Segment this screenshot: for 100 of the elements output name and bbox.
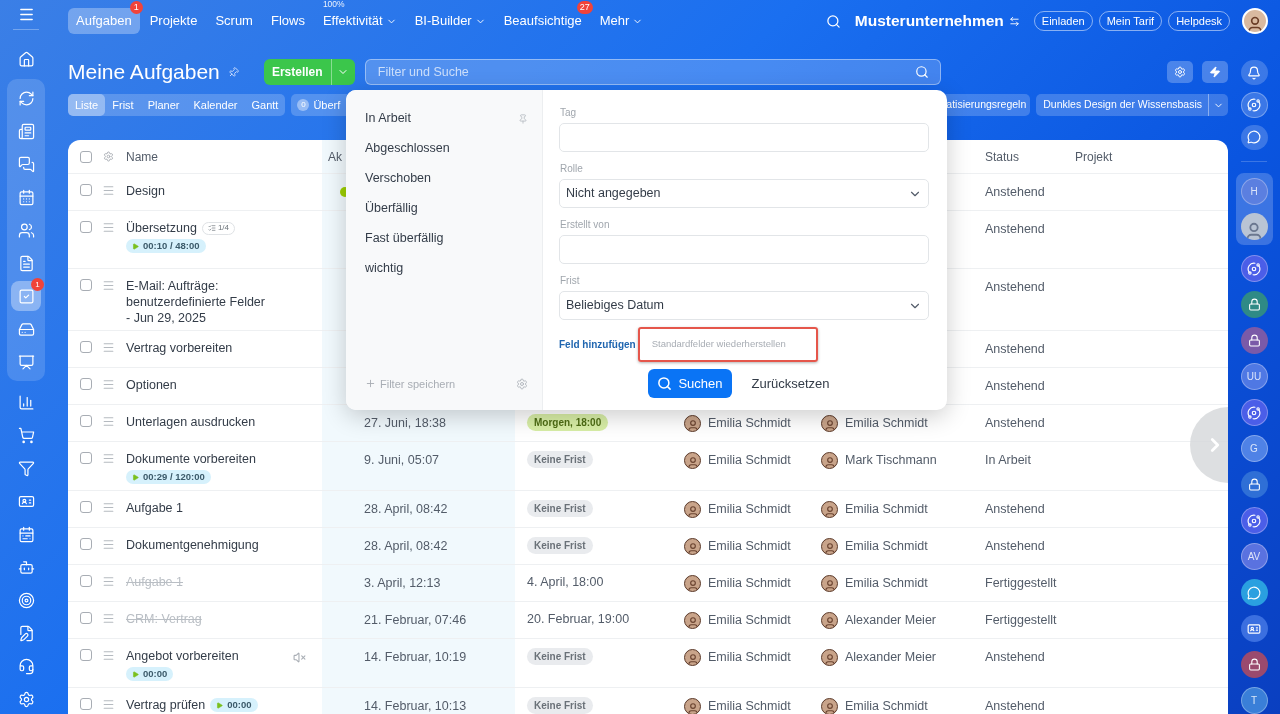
creator-name[interactable]: Emilia Schmidt bbox=[708, 574, 791, 593]
deadline-badge[interactable]: Keine Frist bbox=[527, 451, 593, 468]
spiral-avatar[interactable] bbox=[1240, 507, 1268, 534]
user-avatar[interactable] bbox=[1240, 213, 1268, 240]
input-field[interactable] bbox=[559, 235, 929, 264]
responsible-name[interactable]: Emilia Schmidt bbox=[845, 500, 928, 519]
responsible-name[interactable]: Emilia Schmidt bbox=[845, 697, 928, 714]
card-avatar[interactable] bbox=[1240, 615, 1268, 642]
task-name[interactable]: Optionen bbox=[126, 377, 177, 393]
task-name[interactable]: Unterlagen ausdrucken bbox=[126, 414, 256, 430]
nav-item[interactable]: Effektivität bbox=[314, 8, 405, 34]
row-checkbox[interactable] bbox=[80, 378, 92, 390]
drag-handle-icon[interactable] bbox=[102, 698, 115, 711]
row-checkbox[interactable] bbox=[80, 698, 92, 710]
row-checkbox[interactable] bbox=[80, 612, 92, 624]
creator-name[interactable]: Emilia Schmidt bbox=[708, 697, 791, 714]
responsible-name[interactable]: Emilia Schmidt bbox=[845, 574, 928, 593]
search-field[interactable]: Filter und Suche bbox=[364, 59, 941, 85]
creator-name[interactable]: Emilia Schmidt bbox=[708, 500, 791, 519]
column-header[interactable]: Ak bbox=[328, 147, 342, 166]
row-checkbox[interactable] bbox=[80, 341, 92, 353]
settings-button[interactable] bbox=[1167, 61, 1193, 83]
chat-avatar[interactable] bbox=[1240, 579, 1268, 606]
filter-preset[interactable]: Überfällig bbox=[365, 200, 528, 217]
responsible-name[interactable]: Alexander Meier bbox=[845, 611, 936, 630]
task-name[interactable]: E-Mail: Aufträge: benutzerdefinierte Felder - Jun 29, 2025 bbox=[126, 278, 266, 326]
responsible-name[interactable]: Alexander Meier bbox=[845, 648, 936, 667]
task-name[interactable]: Übersetzung bbox=[126, 220, 197, 236]
drag-handle-icon[interactable] bbox=[102, 538, 115, 551]
reset-button[interactable]: Zurücksetzen bbox=[751, 373, 830, 394]
company-name[interactable]: Musterunternehmen bbox=[854, 9, 1004, 33]
lock-avatar[interactable] bbox=[1240, 651, 1268, 678]
drag-handle-icon[interactable] bbox=[102, 221, 115, 234]
creator-name[interactable]: Emilia Schmidt bbox=[708, 414, 791, 433]
row-checkbox[interactable] bbox=[80, 221, 92, 233]
chat-avatar[interactable] bbox=[1240, 124, 1268, 150]
letter-avatar[interactable]: AV bbox=[1240, 543, 1268, 570]
select-all-checkbox[interactable] bbox=[80, 150, 92, 163]
row-checkbox[interactable] bbox=[80, 279, 92, 291]
notification-button[interactable] bbox=[1240, 60, 1268, 86]
filter-preset[interactable]: In Arbeit bbox=[365, 110, 528, 127]
select-field[interactable]: Beliebiges Datum bbox=[559, 291, 929, 320]
responsible-name[interactable]: Emilia Schmidt bbox=[845, 414, 928, 433]
drag-handle-icon[interactable] bbox=[102, 575, 115, 588]
task-name[interactable]: Vertrag vorbereiten bbox=[126, 340, 233, 356]
theme-button[interactable]: Dunkles Design der Wissensbasis bbox=[1036, 94, 1228, 116]
row-checkbox[interactable] bbox=[80, 452, 92, 464]
input-field[interactable] bbox=[559, 123, 929, 152]
creator-name[interactable]: Emilia Schmidt bbox=[708, 648, 791, 667]
nav-item[interactable]: Mehr bbox=[591, 8, 652, 34]
drag-handle-icon[interactable] bbox=[102, 341, 115, 354]
timer-badge[interactable]: 00:00 bbox=[210, 698, 258, 712]
deadline-badge[interactable]: Keine Frist bbox=[527, 648, 593, 665]
lock-avatar[interactable] bbox=[1240, 327, 1268, 354]
drag-handle-icon[interactable] bbox=[102, 649, 115, 662]
row-checkbox[interactable] bbox=[80, 501, 92, 513]
task-name[interactable]: Angebot vorbereiten bbox=[126, 648, 239, 664]
creator-name[interactable]: Emilia Schmidt bbox=[708, 451, 791, 470]
task-name[interactable]: Design bbox=[126, 183, 165, 199]
sidebar-item[interactable]: 1 bbox=[11, 281, 41, 311]
settings-icon[interactable] bbox=[516, 377, 528, 390]
creator-name[interactable]: Emilia Schmidt bbox=[708, 537, 791, 556]
filter-preset[interactable]: Abgeschlossen bbox=[365, 140, 528, 157]
timer-badge[interactable]: 00:00 bbox=[126, 667, 174, 681]
drag-handle-icon[interactable] bbox=[102, 378, 115, 391]
drag-handle-icon[interactable] bbox=[102, 279, 115, 292]
column-header[interactable]: Projekt bbox=[1075, 147, 1113, 166]
deadline-badge[interactable]: Keine Frist bbox=[527, 500, 593, 517]
task-name[interactable]: Aufgabe 1 bbox=[126, 500, 183, 516]
row-checkbox[interactable] bbox=[80, 415, 92, 427]
letter-avatar[interactable]: T bbox=[1240, 687, 1268, 714]
filter-preset[interactable]: Fast überfällig bbox=[365, 230, 528, 247]
creator-name[interactable]: Emilia Schmidt bbox=[708, 611, 791, 630]
drag-handle-icon[interactable] bbox=[102, 415, 115, 428]
task-name[interactable]: Dokumente vorbereiten bbox=[126, 451, 256, 467]
column-header[interactable]: Status bbox=[985, 147, 1020, 166]
spiral-avatar[interactable] bbox=[1240, 92, 1268, 118]
add-field-link[interactable]: Feld hinzufügen bbox=[559, 337, 636, 352]
letter-avatar[interactable]: UU bbox=[1240, 363, 1268, 390]
spiral-avatar[interactable] bbox=[1240, 255, 1268, 282]
row-checkbox[interactable] bbox=[80, 649, 92, 661]
deadline-badge[interactable]: Keine Frist bbox=[527, 537, 593, 554]
settings-icon[interactable] bbox=[103, 151, 114, 162]
filter-preset[interactable]: wichtig bbox=[365, 260, 528, 277]
nav-item[interactable]: Scrum bbox=[207, 8, 261, 34]
search-icon[interactable] bbox=[825, 13, 841, 29]
search-button[interactable]: Suchen bbox=[648, 369, 732, 398]
drag-handle-icon[interactable] bbox=[102, 184, 115, 197]
spiral-avatar[interactable] bbox=[1240, 399, 1268, 426]
nav-item[interactable]: Projekte bbox=[141, 8, 206, 34]
select-field[interactable]: Nicht angegeben bbox=[559, 179, 929, 208]
responsible-name[interactable]: Emilia Schmidt bbox=[845, 537, 928, 556]
timer-badge[interactable]: 00:29 / 120:00 bbox=[126, 470, 211, 484]
lock-avatar[interactable] bbox=[1240, 471, 1268, 498]
deadline-badge[interactable]: Keine Frist bbox=[527, 697, 593, 714]
row-checkbox[interactable] bbox=[80, 575, 92, 587]
row-checkbox[interactable] bbox=[80, 538, 92, 550]
profile-avatar[interactable] bbox=[1242, 8, 1268, 34]
task-name[interactable]: Dokumentgenehmigung bbox=[126, 537, 259, 553]
drag-handle-icon[interactable] bbox=[102, 612, 115, 625]
